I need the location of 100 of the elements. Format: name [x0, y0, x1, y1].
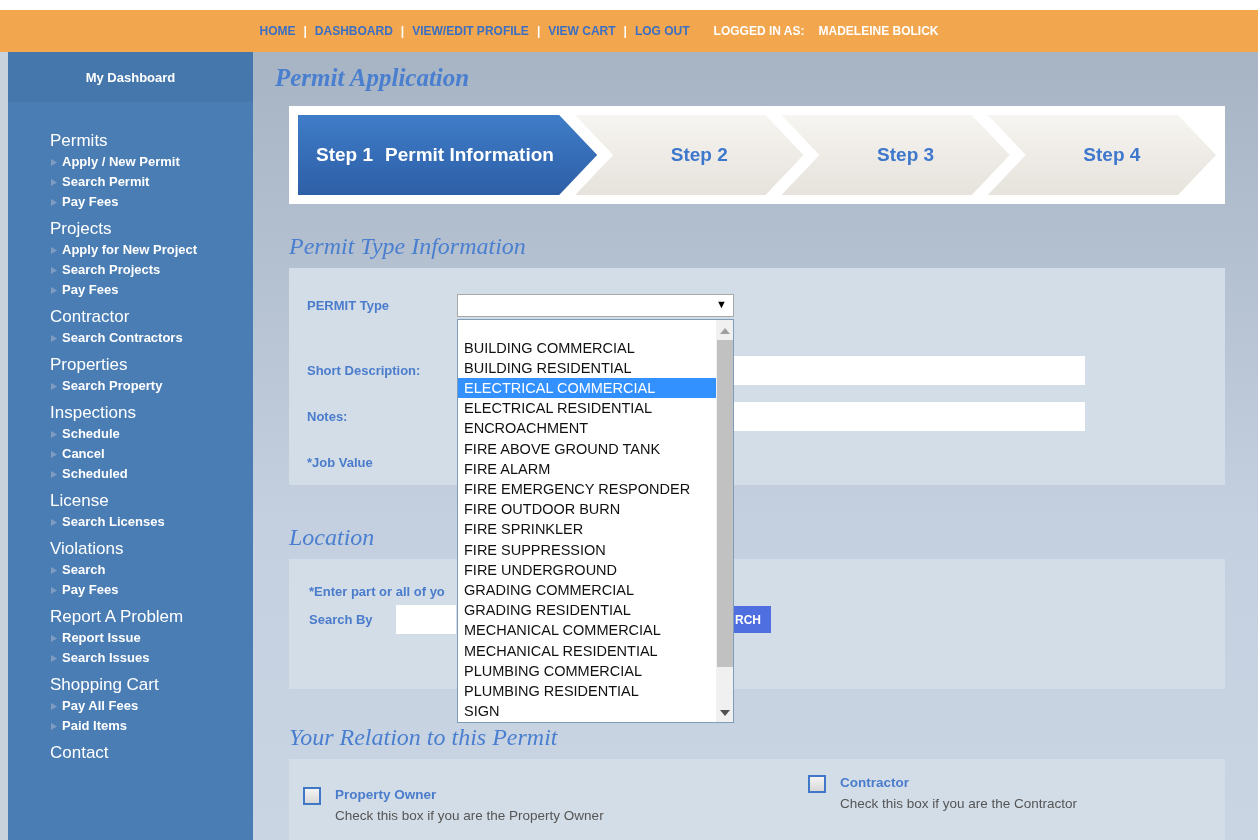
checkbox[interactable]	[808, 775, 826, 793]
sidebar-link[interactable]: Pay Fees	[62, 580, 119, 600]
dropdown-option[interactable]: FIRE UNDERGROUND	[458, 559, 716, 580]
field-label: Search By	[309, 612, 374, 627]
nav-link[interactable]: LOG OUT	[634, 24, 690, 38]
dropdown-option[interactable]: ELECTRICAL RESIDENTIAL	[458, 398, 716, 419]
nav-separator: |	[400, 24, 405, 38]
sidebar-link[interactable]: Apply / New Permit	[62, 152, 180, 172]
sidebar-heading[interactable]: Contact	[50, 742, 253, 764]
sidebar-heading[interactable]: Inspections	[50, 402, 253, 424]
bullet-icon	[51, 722, 57, 730]
sidebar-link[interactable]: Apply for New Project	[62, 240, 198, 260]
logged-in-label: LOGGED IN AS:	[713, 24, 805, 38]
dropdown-option[interactable]: FIRE ALARM	[458, 458, 716, 479]
nav-link[interactable]: VIEW/EDIT PROFILE	[412, 24, 529, 38]
bullet-icon	[51, 470, 57, 478]
scrollbar[interactable]	[716, 319, 733, 722]
bullet-icon	[51, 334, 57, 342]
permit-type-select[interactable]: ▼	[457, 293, 734, 317]
sidebar-link[interactable]: Search Property	[62, 376, 163, 396]
sidebar-link[interactable]: Pay Fees	[62, 192, 119, 212]
sidebar-link[interactable]: Search Contractors	[62, 328, 183, 348]
bullet-icon	[51, 566, 57, 574]
nav-link[interactable]: DASHBOARD	[314, 24, 393, 38]
dropdown-option[interactable]: PLUMBING RESIDENTIAL	[458, 680, 716, 702]
sidebar-link[interactable]: Schedule	[62, 424, 120, 444]
dropdown-option[interactable]: BUILDING COMMERCIAL	[458, 337, 716, 358]
sidebar-heading[interactable]: Projects	[50, 218, 253, 240]
step-tab[interactable]: Step 1 Permit Information	[298, 115, 598, 195]
bullet-icon	[51, 654, 57, 662]
section-title: Your Relation to this Permit	[289, 723, 558, 751]
bullet-icon	[51, 382, 57, 390]
dropdown-option[interactable]: FIRE ABOVE GROUND TANK	[458, 438, 716, 459]
bullet-icon	[51, 286, 57, 294]
section-title: Permit Type Information	[289, 232, 526, 260]
sidebar-link[interactable]: Pay All Fees	[62, 696, 139, 716]
dropdown-option[interactable]: PLUMBING COMMERCIAL	[458, 660, 716, 681]
dropdown-option[interactable]: GRADING RESIDENTIAL	[458, 600, 716, 621]
step-tab[interactable]: Step 4	[987, 115, 1216, 195]
sidebar-heading[interactable]: Report A Problem	[50, 606, 253, 628]
checkbox-label: Property Owner	[335, 787, 438, 802]
sidebar-heading[interactable]: Contractor	[50, 306, 253, 328]
dropdown-option[interactable]: BUILDING RESIDENTIAL	[458, 357, 716, 378]
nav-separator: |	[536, 24, 541, 38]
sidebar-link[interactable]: Search Issues	[62, 648, 150, 668]
sidebar-link[interactable]: Search Permit	[62, 172, 150, 192]
step-tab[interactable]: Step 2	[575, 115, 804, 195]
step-tab[interactable]: Step 3	[781, 115, 1010, 195]
sidebar-link[interactable]: Pay Fees	[62, 280, 119, 300]
sidebar-link[interactable]: Report Issue	[62, 628, 141, 648]
dropdown-arrow-icon: ▼	[716, 297, 727, 310]
sidebar-heading[interactable]: Properties	[50, 354, 253, 376]
field-label: *Job Value	[307, 454, 374, 470]
bullet-icon	[51, 246, 57, 254]
dropdown-option[interactable]: FIRE SPRINKLER	[458, 519, 716, 540]
sidebar-header[interactable]: My Dashboard	[8, 52, 253, 102]
sidebar-link[interactable]: Search Licenses	[62, 512, 165, 532]
nav-separator: |	[623, 24, 627, 38]
sidebar-heading[interactable]: Violations	[50, 538, 253, 560]
dropdown-option[interactable]: MECHANICAL RESIDENTIAL	[458, 640, 716, 661]
field-label: Notes:	[307, 408, 349, 424]
dropdown-option[interactable]: FIRE EMERGENCY RESPONDER	[458, 478, 716, 500]
checkbox-description: Check this box if you are the Property Owner	[335, 808, 604, 823]
page-title: Permit Application	[275, 64, 471, 93]
sidebar-heading[interactable]: License	[50, 490, 253, 512]
bullet-icon	[51, 158, 57, 166]
user-name: MADELEINE BOLICK	[818, 24, 939, 38]
dropdown-option[interactable]: FIRE OUTDOOR BURN	[458, 499, 716, 520]
checkbox-description: Check this box if you are the Contractor	[840, 796, 1078, 811]
nav-link[interactable]: VIEW CART	[548, 24, 616, 38]
dropdown-option[interactable]: MECHANICAL COMMERCIAL	[458, 620, 716, 641]
scrollbar-thumb[interactable]	[716, 339, 733, 667]
scroll-down-icon[interactable]	[719, 709, 730, 716]
dropdown-option[interactable]: SIGN	[458, 701, 716, 722]
sidebar-link[interactable]: Search Projects	[62, 260, 161, 280]
sidebar-link[interactable]: Scheduled	[62, 464, 128, 484]
bullet-icon	[51, 178, 57, 186]
field-label: PERMIT Type	[307, 297, 391, 313]
scroll-up-icon[interactable]	[719, 327, 730, 334]
bullet-icon	[51, 518, 57, 526]
dropdown-option[interactable]: GRADING COMMERCIAL	[458, 579, 716, 601]
sidebar-heading[interactable]: Shopping Cart	[50, 674, 253, 696]
dropdown-option[interactable]: ENCROACHMENT	[458, 418, 716, 439]
sidebar-link[interactable]: Search	[62, 560, 106, 580]
checkbox[interactable]	[303, 787, 321, 805]
bullet-icon	[51, 266, 57, 274]
bullet-icon	[51, 198, 57, 206]
sidebar-link[interactable]: Cancel	[62, 444, 105, 464]
search-button[interactable]: RCH	[733, 606, 771, 633]
dropdown-option[interactable]: ELECTRICAL COMMERCIAL	[458, 377, 716, 399]
search-hint: *Enter part or all of yo	[309, 584, 445, 599]
field-label: Short Description:	[307, 362, 422, 378]
search-field[interactable]	[396, 605, 456, 634]
dropdown-option[interactable]: FIRE SUPPRESSION	[458, 539, 716, 560]
sidebar-heading[interactable]: Permits	[50, 130, 253, 152]
sidebar-link[interactable]: Paid Items	[62, 716, 128, 736]
bullet-icon	[51, 586, 57, 594]
nav-link[interactable]: HOME	[259, 24, 296, 38]
bullet-icon	[51, 634, 57, 642]
bullet-icon	[51, 450, 57, 458]
